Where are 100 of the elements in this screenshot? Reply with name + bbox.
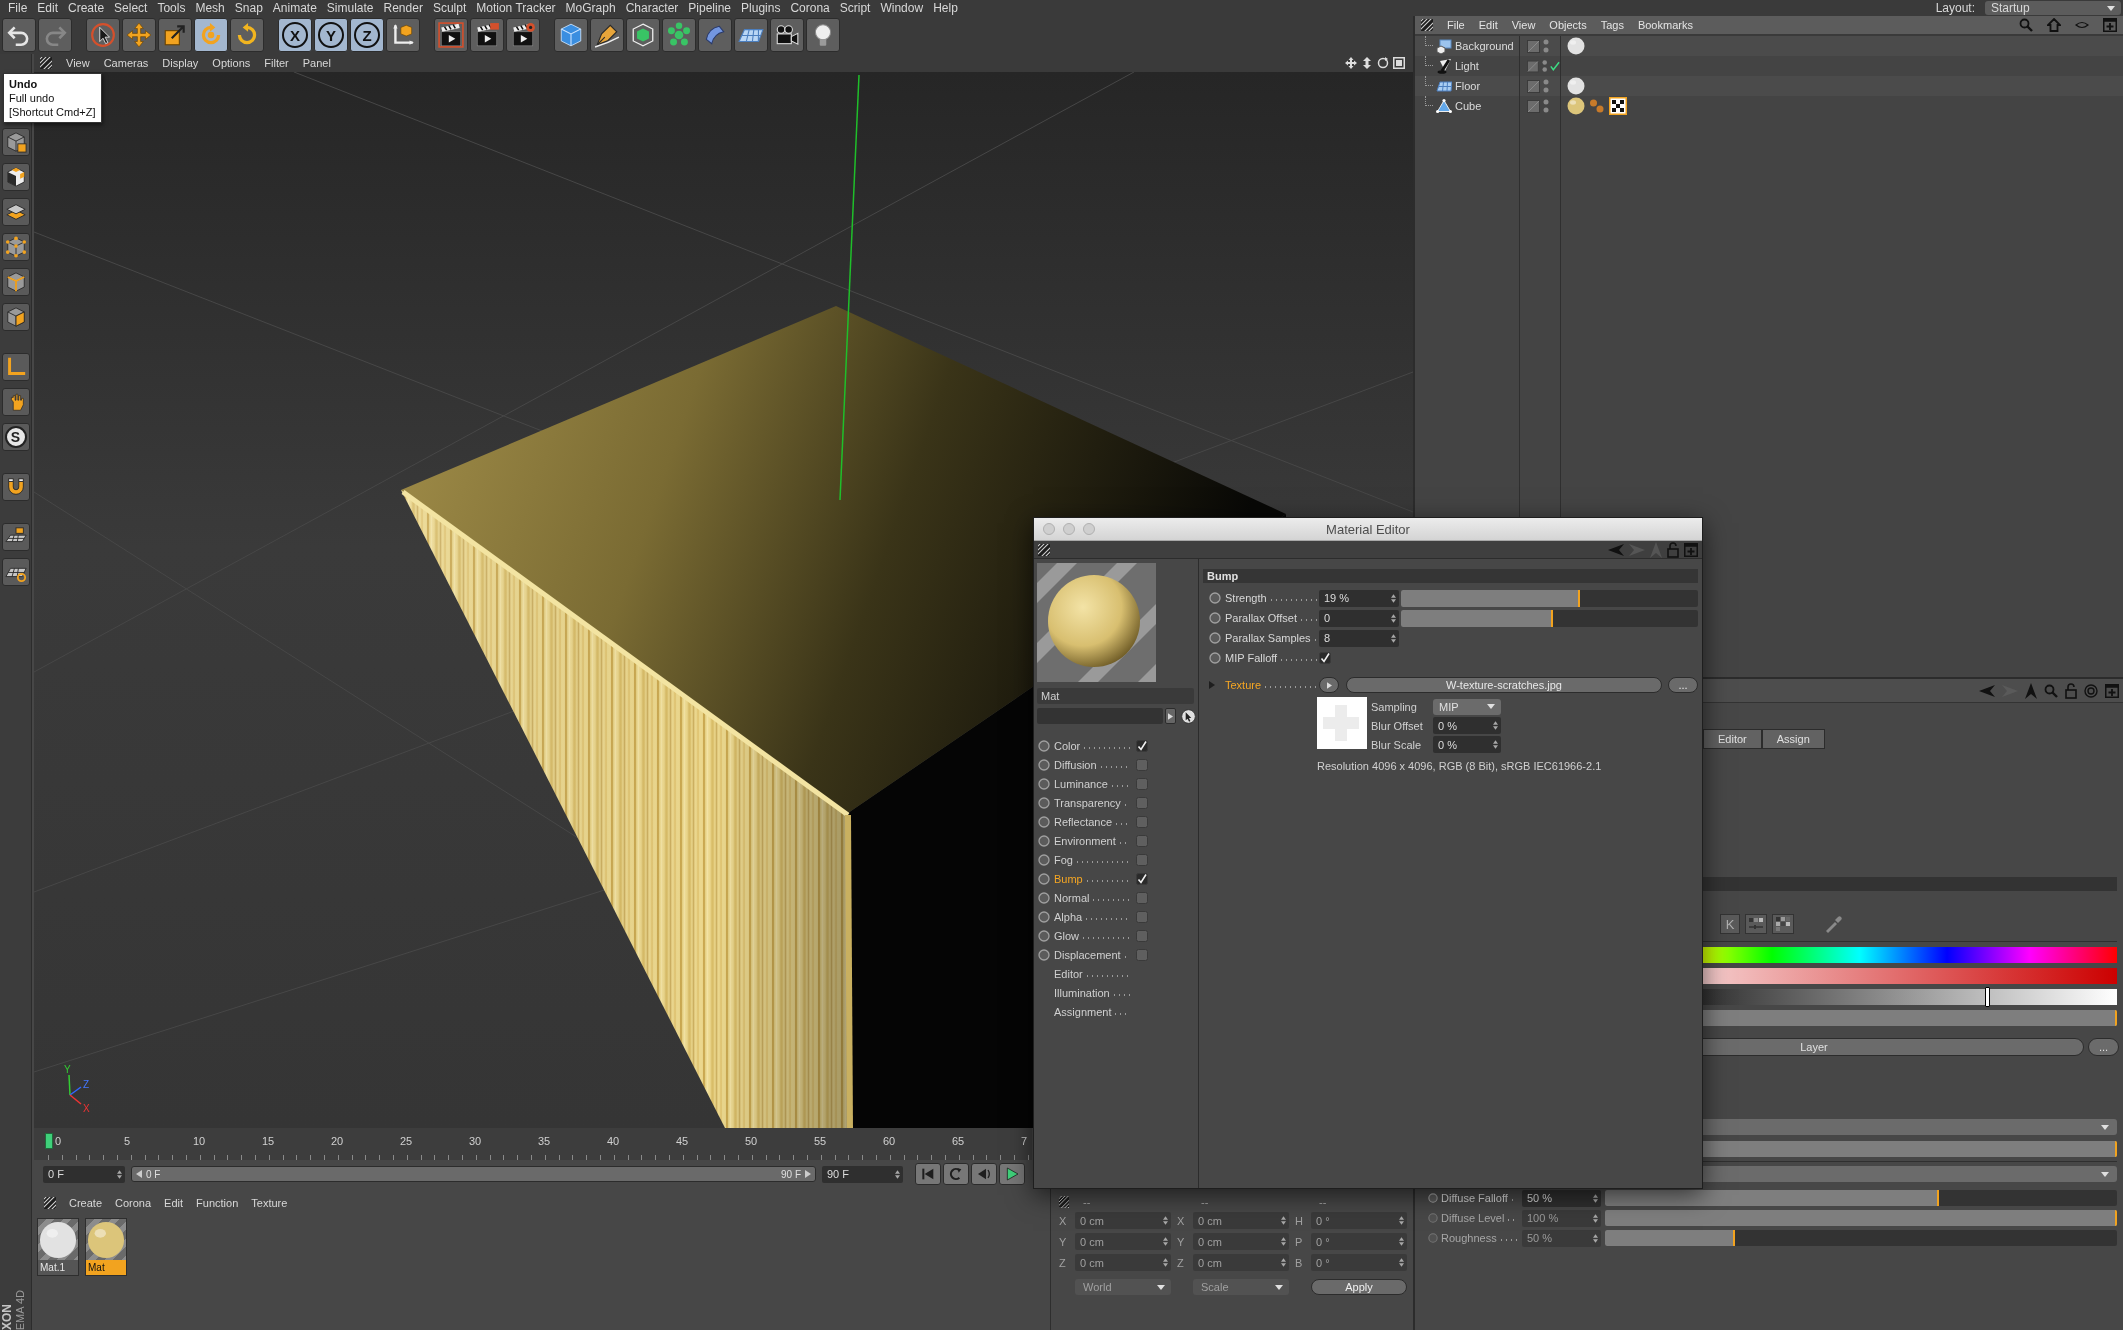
grip-icon[interactable] — [1421, 19, 1433, 31]
reverse-play-icon[interactable] — [976, 1166, 992, 1182]
material-thumbnail[interactable]: Mat — [85, 1218, 127, 1276]
caret-icon[interactable] — [2101, 1171, 2109, 1177]
channel-item[interactable]: Editor — [1054, 967, 1083, 980]
left-triangle-icon[interactable] — [136, 1170, 142, 1178]
menu-item[interactable]: Motion Tracker — [476, 1, 556, 15]
value-field[interactable]: 0 % — [1433, 736, 1501, 753]
checkbox[interactable] — [1136, 948, 1148, 961]
object-name[interactable]: Cube — [1455, 100, 1482, 112]
menu-item[interactable]: Render — [383, 1, 423, 15]
keyframe-ring-icon[interactable] — [1038, 853, 1050, 866]
visibility-dots-icon[interactable] — [1541, 59, 1548, 73]
grip-icon[interactable] — [44, 1197, 56, 1209]
spinner-icon[interactable] — [895, 1169, 900, 1179]
menu-item[interactable]: Pipeline — [688, 1, 732, 15]
right-triangle-icon[interactable] — [1326, 681, 1332, 689]
channel-item[interactable]: Luminance — [1054, 777, 1108, 790]
object-row[interactable]: Background — [1415, 36, 2123, 56]
spinner-icon[interactable] — [117, 1169, 122, 1179]
menu-item[interactable]: Create — [68, 1, 105, 15]
pick-cursor-icon[interactable] — [1181, 708, 1196, 724]
menu-item[interactable]: Filter — [264, 57, 289, 69]
material-tag-icon[interactable] — [1567, 77, 1585, 95]
channel-item[interactable]: Color — [1054, 739, 1081, 752]
spinner-icon[interactable] — [1593, 1233, 1598, 1243]
channel-item[interactable]: Environment — [1054, 834, 1116, 847]
checkbox[interactable] — [1136, 777, 1148, 790]
caret-icon[interactable] — [2107, 5, 2115, 11]
menu-item[interactable]: Corona — [115, 1197, 152, 1209]
axis-lock-button[interactable]: Y — [314, 18, 348, 52]
spinner-icon[interactable] — [1493, 721, 1498, 730]
maximize-icon[interactable] — [1393, 57, 1405, 69]
menu-item[interactable]: Display — [162, 57, 199, 69]
slider-thumb[interactable] — [1984, 987, 1990, 1007]
slider-track[interactable] — [1401, 609, 1698, 627]
browse-button[interactable]: ... — [1668, 677, 1698, 693]
spinner-icon[interactable] — [1593, 1193, 1598, 1203]
layer-swatch-icon[interactable] — [1527, 79, 1540, 93]
keyframe-ring-icon[interactable] — [1209, 632, 1221, 644]
grip-icon[interactable] — [40, 57, 52, 69]
frame-field[interactable]: 90 F — [822, 1165, 903, 1183]
menu-item[interactable]: Texture — [251, 1197, 288, 1209]
checkbox[interactable] — [1319, 652, 1331, 664]
new-panel-icon[interactable] — [2103, 18, 2117, 32]
channel-item[interactable]: Assignment — [1054, 1005, 1112, 1018]
object-name[interactable]: Light — [1455, 60, 1479, 72]
keyframe-ring-icon[interactable] — [1038, 891, 1050, 904]
value-field[interactable]: 50 % — [1522, 1189, 1601, 1207]
skip-to-start-icon[interactable] — [920, 1166, 936, 1182]
menu-item[interactable]: Edit — [1478, 19, 1498, 31]
keyframe-ring-icon[interactable] — [1038, 758, 1050, 771]
slider-thumb[interactable] — [1550, 609, 1553, 627]
menu-item[interactable]: Plugins — [741, 1, 781, 15]
slider-track[interactable] — [1605, 1210, 2117, 1226]
checkbox[interactable] — [1136, 834, 1148, 847]
spinner-icon[interactable] — [1593, 1213, 1598, 1223]
keyframe-ring-icon[interactable] — [1038, 796, 1050, 809]
play-icon[interactable] — [1004, 1166, 1020, 1182]
menu-item[interactable]: Select — [114, 1, 148, 15]
slider-track[interactable] — [1605, 1230, 2117, 1246]
object-row[interactable]: Floor — [1415, 76, 2123, 96]
menu-item[interactable]: File — [1447, 19, 1465, 31]
checkbox[interactable] — [1136, 910, 1148, 923]
loop-button[interactable] — [943, 1163, 969, 1185]
check-icon[interactable] — [1550, 61, 1560, 71]
layer-swatch-icon[interactable] — [1527, 99, 1540, 113]
menu-item[interactable]: Script — [839, 1, 871, 15]
channel-item[interactable]: Bump — [1054, 872, 1083, 885]
menu-item[interactable]: Options — [212, 57, 251, 69]
spinner-icon[interactable] — [1391, 633, 1396, 643]
menu-item[interactable]: Panel — [302, 57, 331, 69]
menu-item[interactable]: Mesh — [195, 1, 225, 15]
menu-item[interactable]: Animate — [272, 1, 317, 15]
keyframe-ring-icon[interactable] — [1038, 834, 1050, 847]
axis-lock-button[interactable]: X — [278, 18, 312, 52]
value-field[interactable]: 8 — [1319, 629, 1399, 647]
keyframe-ring-icon[interactable] — [1038, 948, 1050, 961]
texture-file-button[interactable]: W-texture-scratches.jpg — [1346, 677, 1662, 693]
axis-lock-button[interactable]: Z — [350, 18, 384, 52]
channel-item[interactable]: Fog — [1054, 853, 1073, 866]
tab[interactable]: Assign — [1761, 729, 1825, 749]
arrow-button[interactable] — [1165, 708, 1176, 724]
menu-item[interactable]: Create — [69, 1197, 103, 1209]
browse-button[interactable]: ... — [2088, 1038, 2119, 1056]
search-icon[interactable] — [2019, 18, 2033, 32]
channel-item[interactable]: Transparency — [1054, 796, 1121, 809]
material-tag-icon[interactable] — [1567, 97, 1585, 115]
spinner-icon[interactable] — [1493, 740, 1498, 749]
checkbox[interactable] — [1136, 796, 1148, 809]
keyframe-ring-icon[interactable] — [1209, 652, 1221, 664]
menu-item[interactable]: Objects — [1549, 19, 1587, 31]
name-field[interactable]: Mat — [1037, 688, 1194, 704]
right-triangle-icon[interactable] — [1168, 712, 1173, 720]
channel-item[interactable]: Illumination — [1054, 986, 1110, 999]
channel-item[interactable]: Reflectance — [1054, 815, 1113, 828]
home-icon[interactable] — [2047, 18, 2061, 32]
menu-item[interactable]: Corona — [790, 1, 830, 15]
menu-item[interactable]: View — [1511, 19, 1536, 31]
menu-item[interactable]: Sculpt — [432, 1, 467, 15]
